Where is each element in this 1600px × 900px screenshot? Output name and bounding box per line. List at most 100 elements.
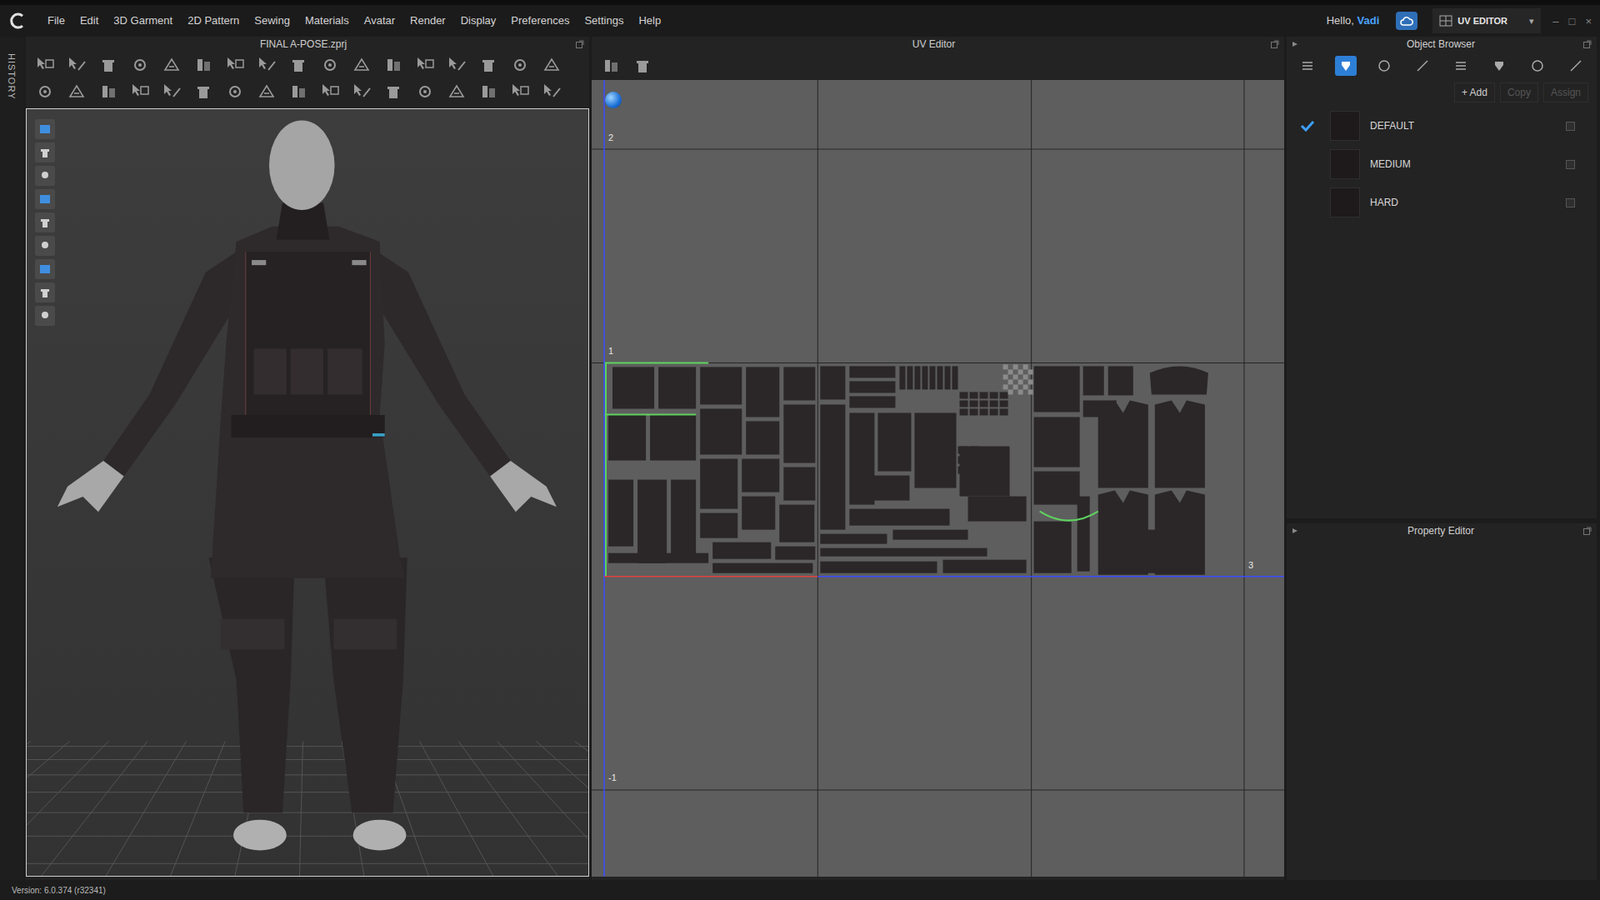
material-options-icon[interactable] [1565, 121, 1575, 131]
collapse-arrow-icon[interactable] [1291, 40, 1299, 48]
menu-item[interactable]: File [40, 12, 73, 30]
browser-tab[interactable] [1411, 55, 1434, 76]
uv-axis-label: 1 [608, 346, 614, 356]
viewport-side-toolbar [35, 119, 55, 326]
side-tool-icon [37, 285, 53, 300]
cloud-button[interactable] [1395, 11, 1418, 30]
uv-editor-toolbar [591, 51, 1285, 80]
user-name[interactable]: Vadi [1357, 14, 1380, 27]
side-tool-button[interactable] [35, 212, 55, 233]
popout-icon[interactable] [1583, 526, 1592, 535]
tool-icon[interactable] [382, 81, 405, 102]
tool-icon[interactable] [224, 55, 246, 75]
tool-icon[interactable] [350, 81, 373, 102]
tool-icon[interactable] [319, 55, 341, 75]
menu-item[interactable]: Render [402, 12, 454, 30]
menu-item[interactable]: Display [453, 12, 505, 30]
tool-icon[interactable] [414, 81, 436, 102]
popout-icon[interactable] [575, 40, 585, 49]
browser-tab[interactable] [1335, 55, 1357, 76]
menu-item[interactable]: Preferences [503, 12, 577, 30]
collapse-arrow-icon[interactable] [1291, 527, 1299, 535]
side-tool-button[interactable] [35, 142, 55, 163]
tool-icon[interactable] [350, 55, 373, 75]
tool-icon[interactable] [34, 81, 56, 102]
material-row[interactable]: HARD [1286, 183, 1597, 222]
tool-icon[interactable] [540, 81, 563, 102]
tool-icon[interactable] [600, 55, 622, 76]
history-strip[interactable]: HISTORY [0, 36, 24, 880]
browser-action-button[interactable]: Copy [1500, 82, 1539, 103]
popout-icon[interactable] [1270, 40, 1280, 49]
tool-icon[interactable] [287, 81, 310, 102]
browser-action-button[interactable]: + Add [1454, 82, 1495, 103]
tool-icon[interactable] [477, 81, 500, 102]
window-control-button[interactable]: – [1552, 15, 1559, 27]
menu-item[interactable]: 2D Pattern [180, 12, 247, 30]
browser-tab[interactable] [1373, 55, 1395, 76]
object-browser-actions: + AddCopyAssign [1286, 80, 1597, 105]
menu-item[interactable]: 3D Garment [105, 12, 180, 30]
mode-selector[interactable]: UV EDITOR▾ [1432, 8, 1541, 34]
menu-item[interactable]: Materials [297, 12, 357, 30]
tool-icon[interactable] [414, 55, 436, 75]
menu-item[interactable]: Help [630, 12, 669, 30]
tool-icon[interactable] [34, 55, 56, 75]
tool-icon[interactable] [255, 55, 278, 75]
side-tool-button[interactable] [35, 189, 55, 210]
uv-grid-canvas[interactable] [591, 80, 1285, 877]
material-options-icon[interactable] [1565, 198, 1575, 208]
side-tool-button[interactable] [35, 119, 55, 140]
tool-icon[interactable] [445, 81, 468, 102]
tool-icon[interactable] [509, 81, 531, 102]
tool-icon[interactable] [445, 55, 468, 75]
viewport-3d[interactable] [25, 108, 590, 877]
avatar-scene[interactable] [26, 109, 589, 876]
tool-icon[interactable] [192, 55, 215, 75]
menu-item[interactable]: Settings [576, 12, 631, 30]
tool-icon[interactable] [160, 81, 183, 102]
side-tool-button[interactable] [35, 305, 55, 326]
tool-icon[interactable] [287, 55, 310, 75]
tool-icon[interactable] [97, 81, 120, 102]
browser-tab[interactable] [1526, 55, 1549, 76]
tool-icon[interactable] [97, 55, 120, 75]
tool-icon[interactable] [382, 55, 405, 75]
tool-icon[interactable] [65, 55, 88, 75]
window-control-button[interactable]: □ [1569, 15, 1576, 27]
menu-item[interactable]: Sewing [246, 12, 298, 30]
side-tool-icon [37, 191, 53, 207]
tool-icon[interactable] [129, 81, 151, 102]
tool-icon[interactable] [477, 55, 500, 75]
side-tool-button[interactable] [35, 235, 55, 256]
material-options-icon[interactable] [1565, 160, 1575, 170]
popout-icon[interactable] [1583, 40, 1592, 49]
mode-dropdown-arrow[interactable]: ▾ [1529, 14, 1535, 29]
tool-icon[interactable] [509, 55, 531, 75]
tool-icon[interactable] [192, 81, 215, 102]
uv-sphere-icon[interactable] [605, 91, 622, 109]
browser-tab[interactable] [1296, 55, 1319, 76]
tool-icon[interactable] [631, 55, 654, 76]
side-tool-button[interactable] [35, 259, 55, 280]
browser-action-button[interactable]: Assign [1543, 82, 1589, 103]
browser-tab[interactable] [1488, 55, 1510, 76]
material-row[interactable]: DEFAULT [1286, 106, 1597, 145]
tool-icon[interactable] [319, 81, 341, 102]
uv-canvas[interactable]: 21-13 [591, 80, 1285, 877]
menu-item[interactable]: Edit [72, 12, 106, 30]
clo-logo-icon[interactable] [6, 10, 29, 32]
tool-icon[interactable] [255, 81, 278, 102]
tool-icon[interactable] [540, 55, 563, 75]
tool-icon[interactable] [65, 81, 88, 102]
tool-icon[interactable] [160, 55, 183, 75]
browser-tab[interactable] [1565, 55, 1587, 76]
side-tool-button[interactable] [35, 165, 55, 186]
tool-icon[interactable] [224, 81, 246, 102]
material-row[interactable]: MEDIUM [1286, 145, 1597, 184]
browser-tab[interactable] [1450, 55, 1472, 76]
window-control-button[interactable]: × [1585, 15, 1592, 27]
side-tool-button[interactable] [35, 282, 55, 303]
tool-icon[interactable] [129, 55, 151, 75]
menu-item[interactable]: Avatar [356, 12, 403, 30]
